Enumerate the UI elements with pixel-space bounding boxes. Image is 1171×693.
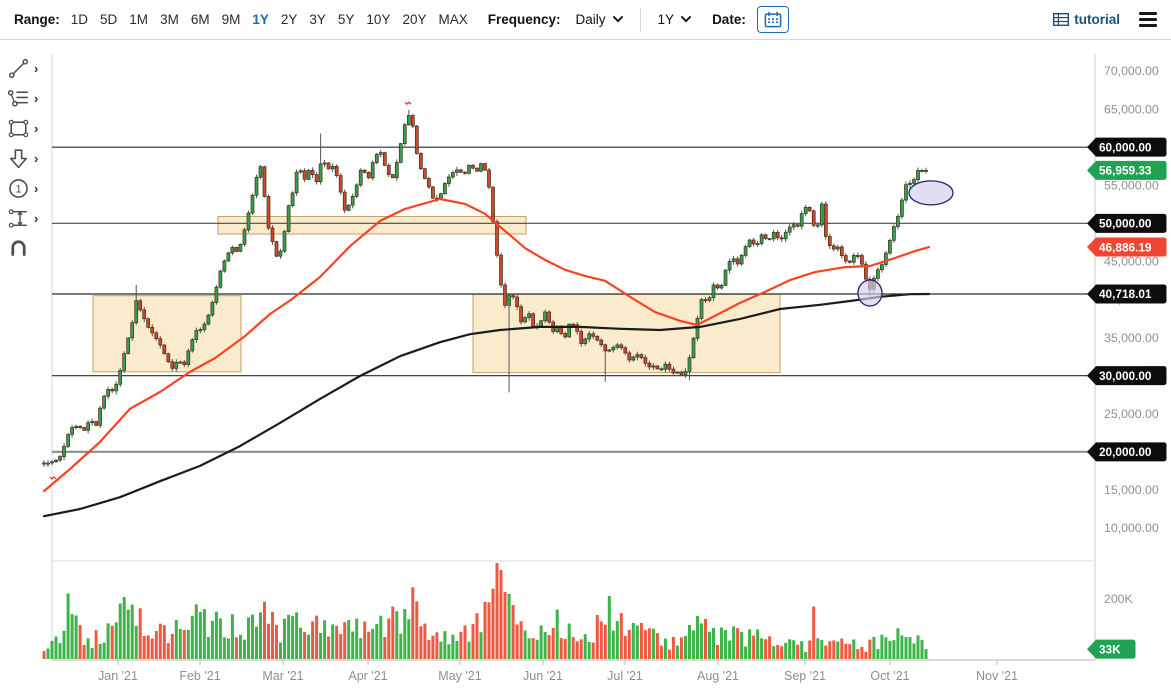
chart-stage: Jan '21 Feb '21 Mar '21 Apr '21 May '21 Jun '… xyxy=(0,40,1171,692)
range-option-5y[interactable]: 5Y xyxy=(338,12,355,27)
toolbar-divider xyxy=(639,7,641,32)
event-marker-2 xyxy=(49,476,57,480)
range-option-1d[interactable]: 1D xyxy=(71,12,88,27)
number-annotation-tool[interactable]: 1 › xyxy=(6,173,50,203)
chevron-right-icon: › xyxy=(34,180,39,196)
frequency-value: Daily xyxy=(575,12,606,27)
x-axis-label: Apr '21 xyxy=(348,669,387,683)
highlight-zone-2[interactable] xyxy=(217,215,527,235)
range-option-10y[interactable]: 10Y xyxy=(366,12,390,27)
ellipse-annotation-1[interactable] xyxy=(857,279,883,307)
range-option-1m[interactable]: 1M xyxy=(129,12,148,27)
y-axis-label: 25,000.00 xyxy=(1104,407,1159,421)
arrow-annotation-tool[interactable]: › xyxy=(6,143,50,173)
price-badge-6000000: 60,000.00 xyxy=(1087,137,1167,157)
volume-badge: 33K xyxy=(1087,639,1136,659)
menu-button[interactable] xyxy=(1137,8,1159,30)
range-label: Range: xyxy=(14,12,60,27)
price-badge-5695933: 56,959.33 xyxy=(1087,160,1167,180)
chevron-down-icon xyxy=(612,16,623,23)
measure-tool[interactable]: › xyxy=(6,203,50,233)
price-badge-4071801: 40,718.01 xyxy=(1087,284,1167,304)
fibonacci-tool[interactable]: › xyxy=(6,83,50,113)
shapes-tool[interactable]: › xyxy=(6,113,50,143)
y-axis-label: 35,000.00 xyxy=(1104,331,1159,345)
svg-text:56,959.33: 56,959.33 xyxy=(1099,164,1152,178)
tutorial-video-icon xyxy=(1053,13,1070,26)
frequency-label: Frequency: xyxy=(487,12,561,27)
x-axis-label: Feb '21 xyxy=(179,669,220,683)
svg-text:33K: 33K xyxy=(1099,642,1121,656)
top-toolbar: Range: 1D 5D 1M 3M 6M 9M 1Y 2Y 3Y 5Y 10Y 20Y MAX Fre… xyxy=(0,0,1171,40)
range-option-3y[interactable]: 3Y xyxy=(309,12,326,27)
svg-text:46,886.19: 46,886.19 xyxy=(1099,240,1152,254)
chevron-right-icon: › xyxy=(34,210,39,226)
price-badge-3000000: 30,000.00 xyxy=(1087,366,1167,386)
chart-canvas[interactable]: Jan '21 Feb '21 Mar '21 Apr '21 May '21 Jun '… xyxy=(0,40,1171,692)
menu-icon xyxy=(1139,12,1157,16)
chevron-right-icon: › xyxy=(34,150,39,166)
range-option-9m[interactable]: 9M xyxy=(222,12,241,27)
y-axis-label: 65,000.00 xyxy=(1104,102,1159,116)
x-axis-label: Aug '21 xyxy=(697,669,739,683)
volume-axis-label: 200K xyxy=(1104,592,1134,606)
range-option-20y[interactable]: 20Y xyxy=(402,12,426,27)
frequency-dropdown[interactable]: Daily xyxy=(572,10,627,29)
range-option-6m[interactable]: 6M xyxy=(191,12,210,27)
price-badge-5000000: 50,000.00 xyxy=(1087,213,1167,233)
x-axis-label: May '21 xyxy=(438,669,481,683)
y-axis-label: 55,000.00 xyxy=(1104,178,1159,192)
svg-text:50,000.00: 50,000.00 xyxy=(1099,217,1152,231)
magnet-tool[interactable] xyxy=(6,233,50,263)
price-badge-2000000: 20,000.00 xyxy=(1087,442,1167,462)
x-axis-label: Jan '21 xyxy=(98,669,138,683)
x-axis-label: Nov '21 xyxy=(976,669,1018,683)
y-axis-label: 70,000.00 xyxy=(1104,64,1159,78)
range-option-2y[interactable]: 2Y xyxy=(281,12,298,27)
price-badge-4688619: 46,886.19 xyxy=(1087,237,1167,257)
volume-bars xyxy=(42,563,928,659)
date-label: Date: xyxy=(712,12,746,27)
svg-text:20,000.00: 20,000.00 xyxy=(1099,445,1152,459)
svg-text:40,718.01: 40,718.01 xyxy=(1099,287,1152,301)
chevron-right-icon: › xyxy=(34,60,39,76)
trendline-tool[interactable]: › xyxy=(6,53,50,83)
tutorial-label: tutorial xyxy=(1074,12,1120,27)
chevron-right-icon: › xyxy=(34,90,39,106)
range-option-3m[interactable]: 3M xyxy=(160,12,179,27)
date-picker-button[interactable] xyxy=(756,6,789,33)
ellipse-annotation-2[interactable] xyxy=(908,180,954,206)
svg-text:30,000.00: 30,000.00 xyxy=(1099,369,1152,383)
x-axis-label: Jun '21 xyxy=(523,669,563,683)
range-option-1y[interactable]: 1Y xyxy=(252,12,269,27)
range-options: 1D 5D 1M 3M 6M 9M 1Y 2Y 3Y 5Y 10Y 20Y MAX xyxy=(71,12,468,27)
y-axis-label: 15,000.00 xyxy=(1104,483,1159,497)
range-option-max[interactable]: MAX xyxy=(438,12,467,27)
secondary-range-value: 1Y xyxy=(657,12,675,27)
x-axis-label: Sep '21 xyxy=(784,669,826,683)
x-axis-label: Oct '21 xyxy=(870,669,909,683)
candlesticks xyxy=(42,109,928,468)
y-axis-label: 45,000.00 xyxy=(1104,255,1159,269)
y-axis-label: 10,000.00 xyxy=(1104,521,1159,535)
drawing-toolbar: › › › › 1 › › xyxy=(6,53,50,263)
secondary-range-dropdown[interactable]: 1Y xyxy=(654,10,696,29)
chevron-down-icon xyxy=(681,16,692,23)
x-axis-label: Jul '21 xyxy=(607,669,643,683)
svg-text:1: 1 xyxy=(15,183,21,195)
calendar-icon xyxy=(764,11,782,28)
x-axis-label: Mar '21 xyxy=(262,669,303,683)
range-option-5d[interactable]: 5D xyxy=(100,12,117,27)
event-marker-1 xyxy=(404,101,412,106)
svg-text:60,000.00: 60,000.00 xyxy=(1099,140,1152,154)
chevron-right-icon: › xyxy=(34,120,39,136)
tutorial-link[interactable]: tutorial xyxy=(1053,12,1120,27)
